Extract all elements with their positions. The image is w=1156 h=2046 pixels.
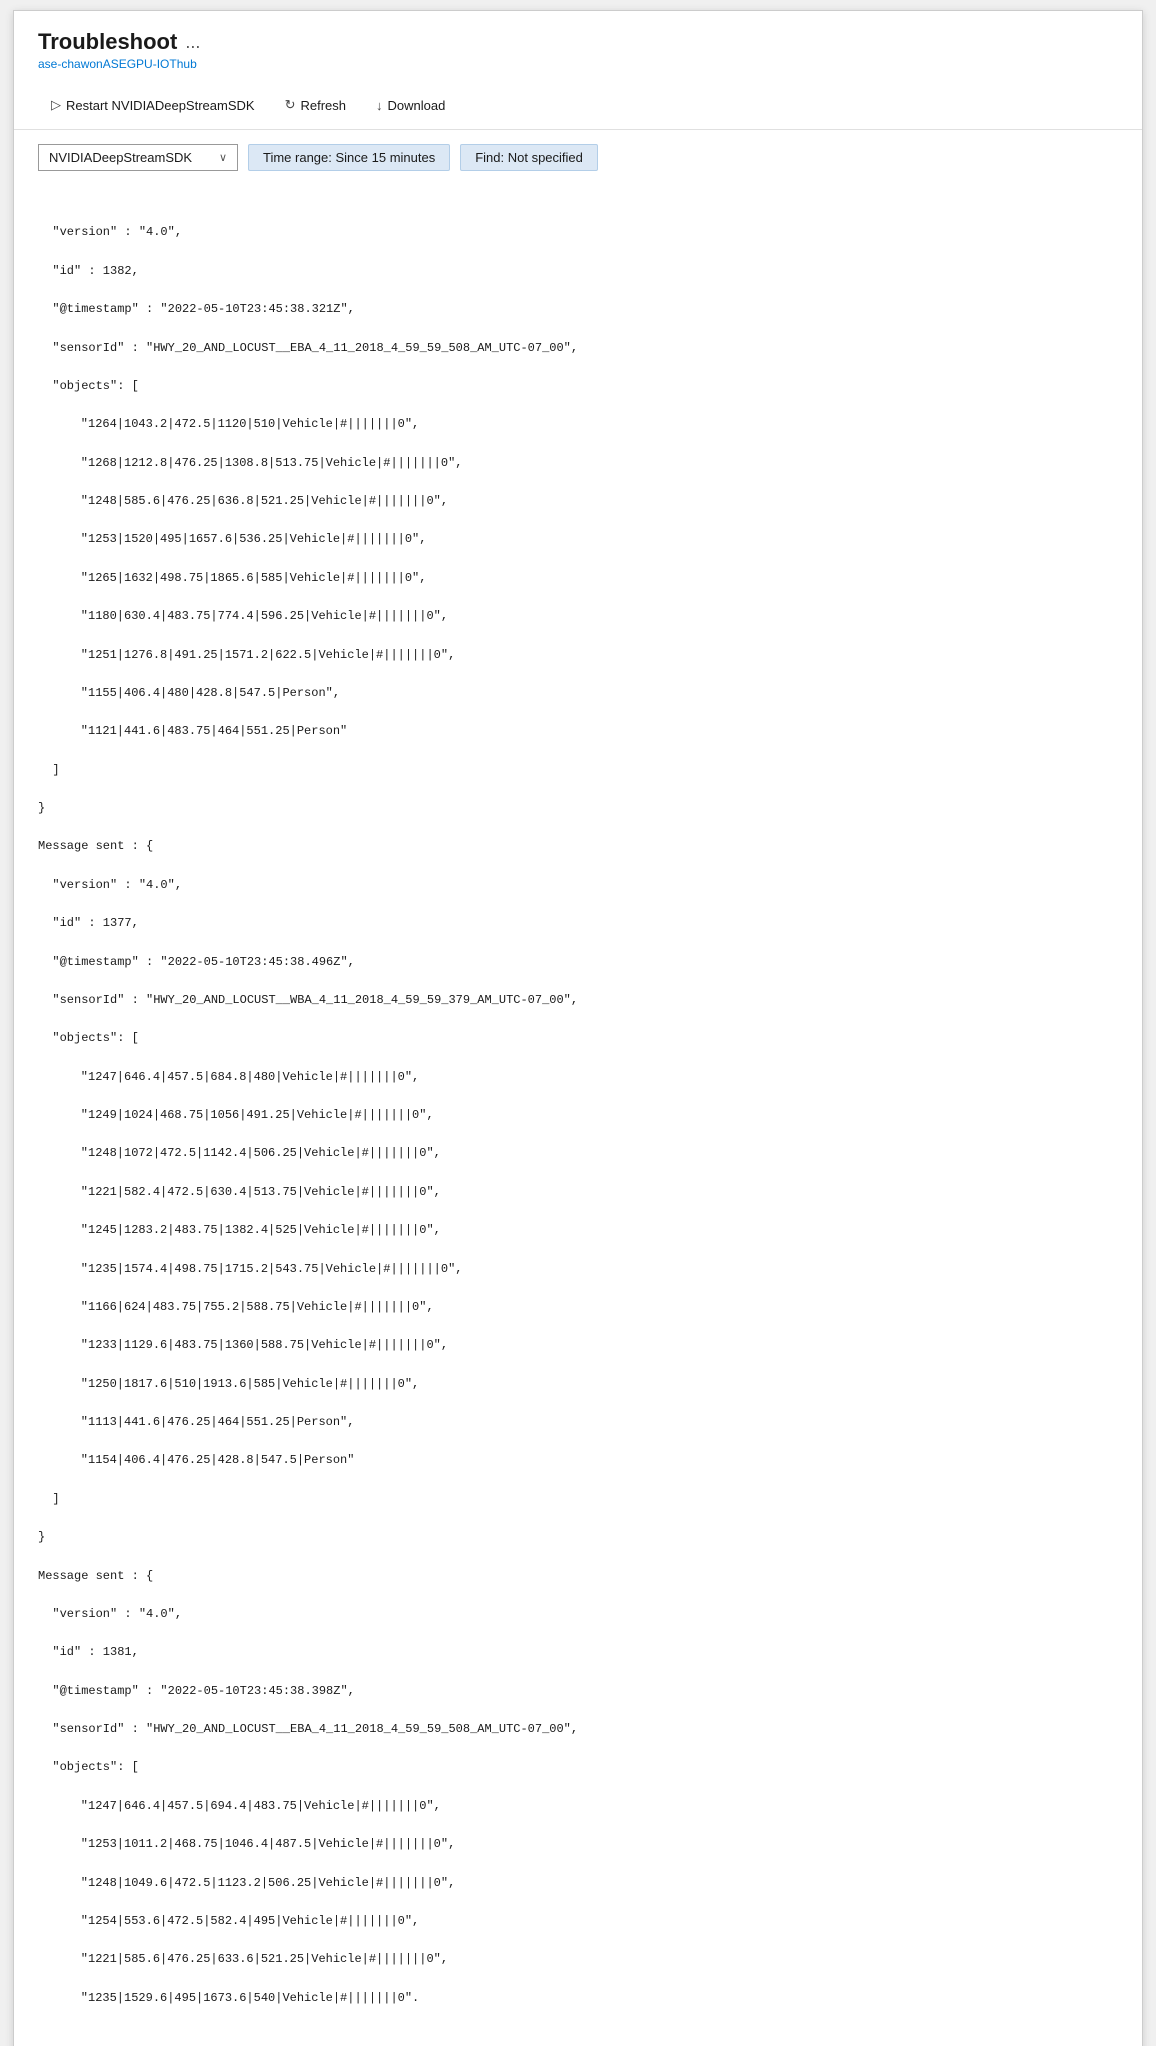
log-line: "1251|1276.8|491.25|1571.2|622.5|Vehicle… — [38, 646, 1118, 665]
log-line: } — [38, 799, 1118, 818]
log-line: "1248|585.6|476.25|636.8|521.25|Vehicle|… — [38, 492, 1118, 511]
log-output: "version" : "4.0", "id" : 1382, "@timest… — [38, 185, 1118, 2027]
log-line: "1155|406.4|480|428.8|547.5|Person", — [38, 684, 1118, 703]
log-line: "1264|1043.2|472.5|1120|510|Vehicle|#|||… — [38, 415, 1118, 434]
log-line: ] — [38, 1490, 1118, 1509]
log-line: "1245|1283.2|483.75|1382.4|525|Vehicle|#… — [38, 1221, 1118, 1240]
log-line: "1233|1129.6|483.75|1360|588.75|Vehicle|… — [38, 1336, 1118, 1355]
download-label: Download — [388, 98, 446, 113]
log-line: Message sent : { — [38, 837, 1118, 856]
log-line: "objects": [ — [38, 1029, 1118, 1048]
log-line: "id" : 1377, — [38, 914, 1118, 933]
log-line: "version" : "4.0", — [38, 1605, 1118, 1624]
chevron-down-icon: ∨ — [219, 151, 227, 164]
module-dropdown[interactable]: NVIDIADeepStreamSDK ∨ — [38, 144, 238, 171]
filter-row: NVIDIADeepStreamSDK ∨ Time range: Since … — [38, 144, 1118, 171]
log-line: "sensorId" : "HWY_20_AND_LOCUST__EBA_4_1… — [38, 1720, 1118, 1739]
log-line: "1235|1529.6|495|1673.6|540|Vehicle|#|||… — [38, 1989, 1118, 2008]
log-line: "1221|585.6|476.25|633.6|521.25|Vehicle|… — [38, 1950, 1118, 1969]
log-line: "id" : 1381, — [38, 1643, 1118, 1662]
restart-button[interactable]: ▷ Restart NVIDIADeepStreamSDK — [38, 91, 268, 119]
log-line: ] — [38, 761, 1118, 780]
restart-label: Restart NVIDIADeepStreamSDK — [66, 98, 255, 113]
breadcrumb[interactable]: ase-chawonASEGPU-IOThub — [38, 57, 1118, 71]
log-line: "@timestamp" : "2022-05-10T23:45:38.321Z… — [38, 300, 1118, 319]
log-line: "1254|553.6|472.5|582.4|495|Vehicle|#|||… — [38, 1912, 1118, 1931]
log-line: "1249|1024|468.75|1056|491.25|Vehicle|#|… — [38, 1106, 1118, 1125]
log-line: "1221|582.4|472.5|630.4|513.75|Vehicle|#… — [38, 1183, 1118, 1202]
download-button[interactable]: ↓ Download — [363, 92, 458, 119]
log-line: "@timestamp" : "2022-05-10T23:45:38.496Z… — [38, 953, 1118, 972]
log-line: "1248|1049.6|472.5|1123.2|506.25|Vehicle… — [38, 1874, 1118, 1893]
title-row: Troubleshoot ... — [38, 29, 1118, 55]
log-line: "1247|646.4|457.5|694.4|483.75|Vehicle|#… — [38, 1797, 1118, 1816]
content-area: NVIDIADeepStreamSDK ∨ Time range: Since … — [14, 130, 1142, 2041]
play-icon: ▷ — [51, 97, 61, 113]
refresh-icon: ↻ — [285, 97, 296, 113]
log-line: "objects": [ — [38, 1758, 1118, 1777]
main-window: Troubleshoot ... ase-chawonASEGPU-IOThub… — [13, 10, 1143, 2046]
download-icon: ↓ — [376, 98, 383, 113]
dropdown-value: NVIDIADeepStreamSDK — [49, 150, 192, 165]
log-line: "objects": [ — [38, 377, 1118, 396]
header: Troubleshoot ... ase-chawonASEGPU-IOThub — [14, 11, 1142, 81]
log-line: "1250|1817.6|510|1913.6|585|Vehicle|#|||… — [38, 1375, 1118, 1394]
log-line: } — [38, 1528, 1118, 1547]
log-line: "1247|646.4|457.5|684.8|480|Vehicle|#|||… — [38, 1068, 1118, 1087]
log-line: "sensorId" : "HWY_20_AND_LOCUST__WBA_4_1… — [38, 991, 1118, 1010]
log-line: "id" : 1382, — [38, 262, 1118, 281]
log-line: "version" : "4.0", — [38, 223, 1118, 242]
time-range-badge[interactable]: Time range: Since 15 minutes — [248, 144, 450, 171]
log-line: "1113|441.6|476.25|464|551.25|Person", — [38, 1413, 1118, 1432]
log-line: "1166|624|483.75|755.2|588.75|Vehicle|#|… — [38, 1298, 1118, 1317]
log-line: "1154|406.4|476.25|428.8|547.5|Person" — [38, 1451, 1118, 1470]
page-title: Troubleshoot — [38, 29, 177, 55]
log-line: "1253|1011.2|468.75|1046.4|487.5|Vehicle… — [38, 1835, 1118, 1854]
find-badge[interactable]: Find: Not specified — [460, 144, 598, 171]
toolbar: ▷ Restart NVIDIADeepStreamSDK ↻ Refresh … — [14, 81, 1142, 130]
log-line: "1268|1212.8|476.25|1308.8|513.75|Vehicl… — [38, 454, 1118, 473]
log-line: "1180|630.4|483.75|774.4|596.25|Vehicle|… — [38, 607, 1118, 626]
log-line: "sensorId" : "HWY_20_AND_LOCUST__EBA_4_1… — [38, 339, 1118, 358]
log-line: "@timestamp" : "2022-05-10T23:45:38.398Z… — [38, 1682, 1118, 1701]
log-line: Message sent : { — [38, 1567, 1118, 1586]
log-line: "1265|1632|498.75|1865.6|585|Vehicle|#||… — [38, 569, 1118, 588]
log-line: "1121|441.6|483.75|464|551.25|Person" — [38, 722, 1118, 741]
refresh-button[interactable]: ↻ Refresh — [272, 91, 359, 119]
log-line: "1235|1574.4|498.75|1715.2|543.75|Vehicl… — [38, 1260, 1118, 1279]
log-line: "1248|1072|472.5|1142.4|506.25|Vehicle|#… — [38, 1144, 1118, 1163]
log-line: "1253|1520|495|1657.6|536.25|Vehicle|#||… — [38, 530, 1118, 549]
more-options-icon[interactable]: ... — [185, 32, 200, 53]
refresh-label: Refresh — [300, 98, 346, 113]
log-line: "version" : "4.0", — [38, 876, 1118, 895]
